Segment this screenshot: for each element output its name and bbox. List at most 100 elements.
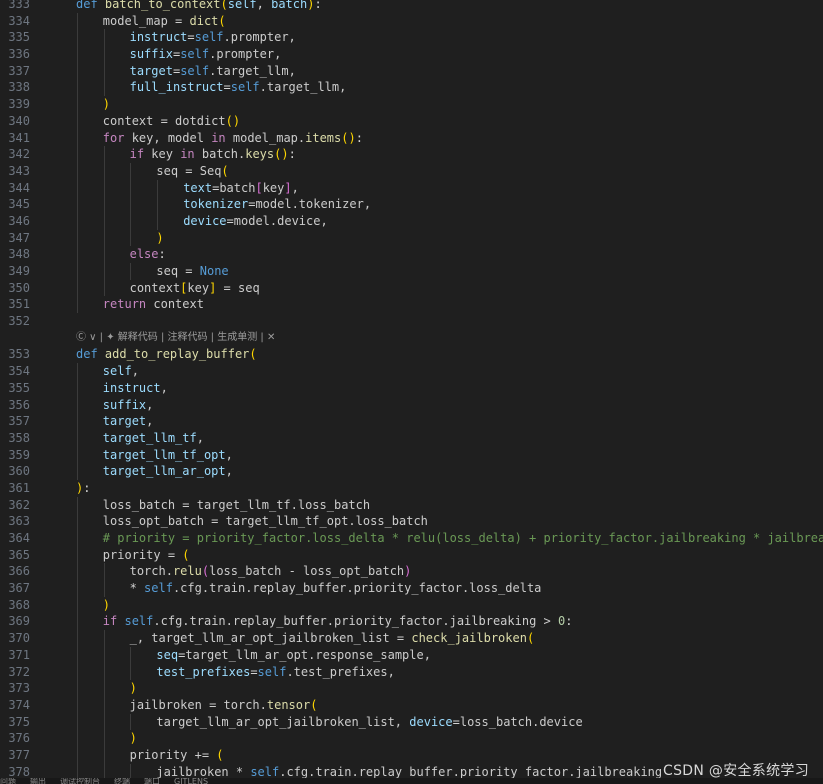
indent-guide xyxy=(103,663,105,681)
code-line[interactable]: 364 # priority = priority_factor.loss_del… xyxy=(0,530,823,547)
code-line[interactable]: 340 context = dotdict() xyxy=(0,112,823,130)
indent-guide xyxy=(76,212,78,230)
code-token: , xyxy=(131,364,139,379)
code-line[interactable]: 372 test_prefixes=self.test_prefixes, xyxy=(0,663,823,681)
code-line[interactable]: 355 instruct, xyxy=(0,379,823,397)
code-line[interactable]: 375 target_llm_ar_opt_jailbroken_list, de… xyxy=(0,713,823,731)
code-line[interactable]: 352 xyxy=(0,313,823,330)
code-line[interactable]: 344 text=batch[key], xyxy=(0,179,823,197)
code-line[interactable]: 369 if self.cfg.train.replay_buffer.prior… xyxy=(0,613,823,631)
code-line[interactable]: 348 else: xyxy=(0,246,823,263)
code-token: key xyxy=(151,147,181,162)
code-token: , xyxy=(225,464,233,479)
indent-guide xyxy=(103,62,105,80)
code-line[interactable]: 339) xyxy=(0,96,823,113)
line-number: 370 xyxy=(8,631,30,646)
line-number: 336 xyxy=(8,47,30,62)
line-number: 377 xyxy=(8,747,30,762)
code-line[interactable]: 359 target_llm_tf_opt, xyxy=(0,446,823,464)
code-token: ( xyxy=(201,564,210,579)
code-text: target_llm_tf, xyxy=(103,430,204,447)
indent-guide xyxy=(103,162,105,180)
code-line[interactable]: 351 return context xyxy=(0,296,823,314)
codelens-label[interactable]: Ⓒ ∨ | ✦ 解释代码 | 注释代码 | 生成单测 | ✕ xyxy=(76,330,275,347)
code-line[interactable]: 376) xyxy=(0,730,823,747)
panel-tab[interactable]: 终端 xyxy=(114,778,130,784)
code-line[interactable]: 368) xyxy=(0,596,823,614)
panel-tab[interactable]: 调试控制台 xyxy=(60,778,100,784)
code-token: seq xyxy=(156,647,179,662)
code-line[interactable]: 337 target=self.target_llm, xyxy=(0,62,823,80)
code-token: check_jailbroken xyxy=(411,631,527,646)
code-token: tensor xyxy=(266,697,311,712)
code-text: ) xyxy=(130,730,137,747)
code-line[interactable]: 367 * self.cfg.train.replay_buffer.priori… xyxy=(0,580,823,597)
code-token: .prompter, xyxy=(223,30,296,45)
panel-tab[interactable]: 端口 xyxy=(144,778,160,784)
code-token: test_prefixes xyxy=(156,664,251,679)
code-editor[interactable]: 333 def batch_to_context(self, batch): 334… xyxy=(0,0,823,781)
code-line[interactable]: 347) xyxy=(0,229,823,247)
panel-tab[interactable]: GITLENS xyxy=(174,778,208,784)
code-text: self, xyxy=(103,363,139,380)
code-line[interactable]: 349 seq = None xyxy=(0,263,823,280)
indent-guide xyxy=(76,496,78,514)
code-text: loss_batch = target_llm_tf.loss_batch xyxy=(103,497,370,514)
code-token: : xyxy=(314,0,322,11)
codelens-actions[interactable]: Ⓒ ∨ | ✦ 解释代码 | 注释代码 | 生成单测 | ✕ xyxy=(0,330,823,347)
indent-guide xyxy=(76,396,78,414)
code-line[interactable]: 342 if key in batch.keys(): xyxy=(0,146,823,163)
code-line[interactable]: 361): xyxy=(0,480,823,497)
code-token: ) xyxy=(129,681,137,696)
indent-guide xyxy=(76,413,78,430)
line-number: 359 xyxy=(8,447,30,462)
code-line[interactable]: 370 _, target_llm_ar_opt_jailbroken_list … xyxy=(0,630,823,647)
code-line[interactable]: 354 self, xyxy=(0,363,823,380)
code-token: , xyxy=(256,0,272,11)
code-line[interactable]: 373) xyxy=(0,680,823,697)
indent-guide xyxy=(130,212,132,230)
code-token: ( xyxy=(310,697,318,712)
code-line[interactable]: 346 device=model.device, xyxy=(0,212,823,230)
indent-guide xyxy=(76,62,78,80)
indent-guide xyxy=(103,580,105,597)
code-line[interactable]: 350 context[key] = seq xyxy=(0,279,823,297)
code-text: _, target_llm_ar_opt_jailbroken_list = c… xyxy=(130,630,535,647)
code-token: # priority = priority_factor.loss_delta … xyxy=(102,531,823,545)
code-token: * xyxy=(129,581,145,596)
code-line[interactable]: 341 for key, model in model_map.items(): xyxy=(0,129,823,147)
indent-guide xyxy=(76,429,78,447)
code-line[interactable]: 362 loss_batch = target_llm_tf.loss_batch xyxy=(0,496,823,514)
code-token: jailbroken = torch. xyxy=(129,697,267,712)
code-line[interactable]: 374 jailbroken = torch.tensor( xyxy=(0,696,823,714)
code-line[interactable]: 371 seq=target_llm_ar_opt.response_sample… xyxy=(0,646,823,664)
panel-tab[interactable]: 问题 xyxy=(0,778,16,784)
code-line[interactable]: 353 def add_to_replay_buffer( xyxy=(0,346,823,363)
code-text: ): xyxy=(76,480,90,497)
code-line[interactable]: 357 target, xyxy=(0,413,823,430)
code-text: ) xyxy=(130,680,137,697)
panel-tab[interactable]: 输出 xyxy=(30,778,46,784)
indent-guide xyxy=(157,179,159,197)
code-line[interactable]: 345 tokenizer=model.tokenizer, xyxy=(0,196,823,213)
code-text: context = dotdict() xyxy=(103,113,240,130)
code-line[interactable]: 365 priority = ( xyxy=(0,546,823,564)
code-line[interactable]: 336 suffix=self.prompter, xyxy=(0,46,823,63)
code-line[interactable]: 356 suffix, xyxy=(0,396,823,414)
code-token: target xyxy=(129,63,173,78)
code-line[interactable]: 333 def batch_to_context(self, batch): xyxy=(0,0,823,13)
code-line[interactable]: 334 model_map = dict( xyxy=(0,12,823,30)
code-line[interactable]: 358 target_llm_tf, xyxy=(0,429,823,447)
code-text: jailbroken = torch.tensor( xyxy=(130,697,318,714)
code-token: key xyxy=(187,280,210,295)
code-line[interactable]: 360 target_llm_ar_opt, xyxy=(0,463,823,480)
code-text: suffix=self.prompter, xyxy=(130,46,282,63)
code-line[interactable]: 343 seq = Seq( xyxy=(0,162,823,180)
line-number: 338 xyxy=(8,80,30,95)
indent-guide xyxy=(76,696,78,714)
code-line[interactable]: 338 full_instruct=self.target_llm, xyxy=(0,79,823,97)
code-text: * self.cfg.train.replay_buffer.priority_… xyxy=(130,580,542,597)
code-line[interactable]: 335 instruct=self.prompter, xyxy=(0,29,823,47)
code-line[interactable]: 366 torch.relu(loss_batch - loss_opt_batc… xyxy=(0,563,823,581)
code-line[interactable]: 363 loss_opt_batch = target_llm_tf_opt.lo… xyxy=(0,513,823,530)
